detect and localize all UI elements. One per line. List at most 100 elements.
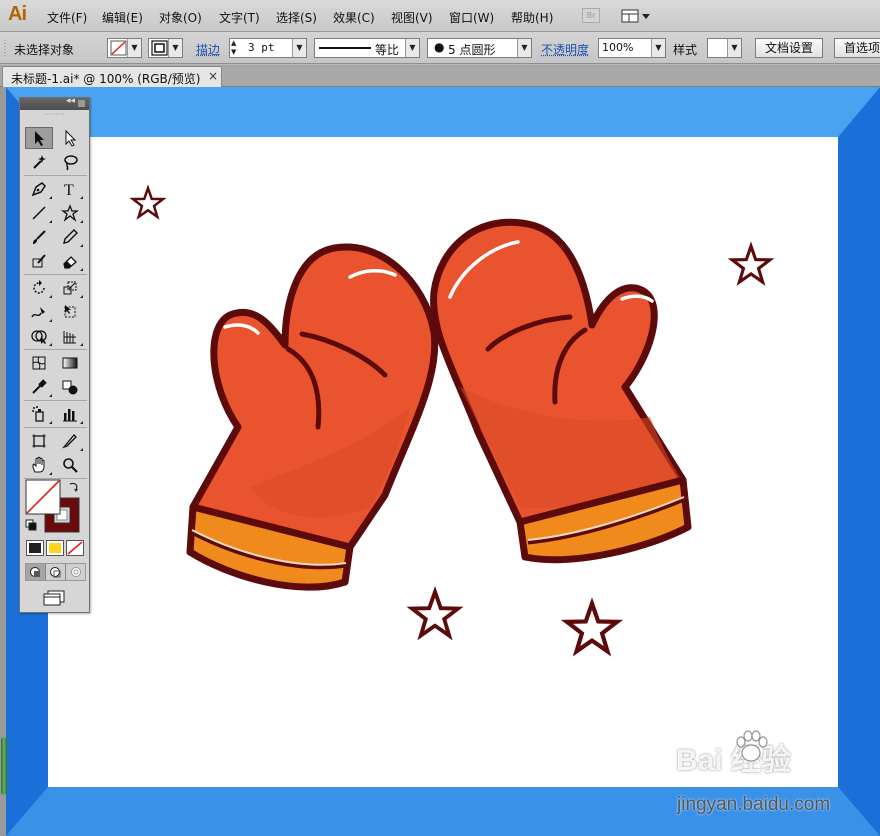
scale-tool[interactable] [56,277,84,299]
eyedropper-tool[interactable] [25,376,53,398]
collapse-icon[interactable]: ◂◂ [66,96,75,106]
document-tab[interactable]: 未标题-1.ai* @ 100% (RGB/预览) × [2,66,222,87]
stroke-color-dropdown[interactable]: ▼ [148,38,183,58]
document-tab-title: 未标题-1.ai* @ 100% (RGB/预览) [11,72,201,86]
artboard-tool[interactable] [25,430,53,452]
menu-window[interactable]: 窗口(W) [449,9,494,26]
brush-label: 5 点圆形 [448,43,496,57]
draw-normal-button[interactable] [26,564,46,580]
tool-divider [24,175,87,176]
star-tool[interactable] [56,202,84,224]
pen-nib-icon [31,182,46,197]
menu-select[interactable]: 选择(S) [276,9,317,26]
profile-label: 等比 [375,43,400,57]
tools-panel: ◂◂ ⋯⋯⋯ T [19,96,90,613]
line-segment-tool[interactable] [25,202,53,224]
mesh-tool[interactable] [25,352,53,374]
preferences-button[interactable]: 首选项 [834,38,880,58]
hand-icon [32,456,45,473]
hand-tool[interactable] [25,454,53,476]
eraser-icon [63,256,77,269]
rotate-tool[interactable] [25,277,53,299]
fill-stroke-controls[interactable] [24,478,87,534]
color-button[interactable] [26,540,44,556]
menu-edit[interactable]: 编辑(E) [102,9,143,26]
scrollbar-thumb[interactable] [1,737,7,795]
variable-width-profile[interactable]: 等比 ▼ [314,38,420,58]
free-transform-icon [64,305,76,318]
symbol-sprayer-tool[interactable] [25,403,53,425]
scale-icon [63,281,77,295]
stroke-panel-link[interactable]: 描边 [196,41,220,58]
bridge-button[interactable]: Br [582,8,600,23]
type-tool[interactable]: T [56,178,84,200]
direct-selection-tool[interactable] [56,127,84,149]
gradient-button[interactable] [46,540,64,556]
magic-wand-tool[interactable] [25,151,53,173]
pencil-tool[interactable] [56,226,84,248]
blob-brush-icon [32,254,46,268]
artboard-artwork [6,87,880,836]
left-scrollbar[interactable] [0,87,7,836]
menu-object[interactable]: 对象(O) [159,9,202,26]
pen-tool[interactable] [25,178,53,200]
blend-tool[interactable] [56,376,84,398]
draw-behind-button[interactable] [46,564,66,580]
fill-color-dropdown[interactable]: ▼ [107,38,142,58]
canvas-area[interactable] [0,87,880,836]
free-transform-tool[interactable] [56,301,84,323]
close-icon[interactable]: × [208,69,218,83]
color-mode-buttons [25,539,86,557]
zoom-tool[interactable] [56,454,84,476]
symbol-sprayer-icon [32,406,44,422]
close-icon[interactable] [78,100,85,107]
warp-tool[interactable] [25,301,53,323]
grip-icon [4,40,6,58]
draw-behind-icon [50,567,61,578]
draw-inside-button[interactable] [66,564,86,580]
frame-right-side [838,87,880,836]
draw-normal-icon [30,567,40,577]
shape-builder-icon [31,330,47,344]
chevron-down-icon: ▼ [168,39,182,57]
grip-icon[interactable]: ⋯⋯⋯ [20,110,89,120]
direct-selection-arrow-icon [65,129,77,147]
chevron-down-icon: ▼ [292,39,306,57]
style-label: 样式 [673,43,698,57]
stroke-weight-field[interactable]: ▲ ▼ 3 pt ▼ [229,38,307,58]
tools-panel-header[interactable]: ◂◂ [20,96,89,110]
opacity-panel-link[interactable]: 不透明度 [541,41,589,58]
perspective-grid-icon [63,331,76,344]
menu-type[interactable]: 文字(T) [219,9,260,26]
document-tab-bar: 未标题-1.ai* @ 100% (RGB/预览) × [0,65,880,87]
eraser-tool[interactable] [56,250,84,272]
artboard-icon [32,434,46,448]
none-button[interactable] [66,540,84,556]
blob-brush-tool[interactable] [25,250,53,272]
menu-file[interactable]: 文件(F) [47,9,87,26]
control-bar: 未选择对象 ▼ ▼ 描边 ▲ ▼ 3 pt ▼ 等比 ▼ ● 5 点圆形 ▼ 不透… [0,32,880,64]
menu-view[interactable]: 视图(V) [391,9,433,26]
slice-tool[interactable] [56,430,84,452]
screen-mode-button[interactable] [38,588,72,606]
chevron-down-icon: ▼ [127,39,141,57]
workspace-switcher[interactable] [620,8,652,24]
opacity-field[interactable]: 100% ▼ [598,38,666,58]
selection-status: 未选择对象 [14,43,75,57]
tool-divider [24,349,87,350]
column-graph-icon [63,409,77,422]
stepper-arrows-icon[interactable]: ▲ ▼ [231,39,236,57]
menu-effect[interactable]: 效果(C) [333,9,375,26]
opacity-value: 100% [602,41,634,54]
brush-definition[interactable]: ● 5 点圆形 ▼ [427,38,532,58]
shape-builder-tool[interactable] [25,325,53,347]
menu-help[interactable]: 帮助(H) [511,9,553,26]
graphic-style-dropdown[interactable]: ▼ [707,38,742,58]
selection-tool[interactable] [25,127,53,149]
gradient-tool[interactable] [56,352,84,374]
lasso-tool[interactable] [56,151,84,173]
perspective-grid-tool[interactable] [56,325,84,347]
paintbrush-tool[interactable] [25,226,53,248]
column-graph-tool[interactable] [56,403,84,425]
document-setup-button[interactable]: 文档设置 [755,38,824,58]
